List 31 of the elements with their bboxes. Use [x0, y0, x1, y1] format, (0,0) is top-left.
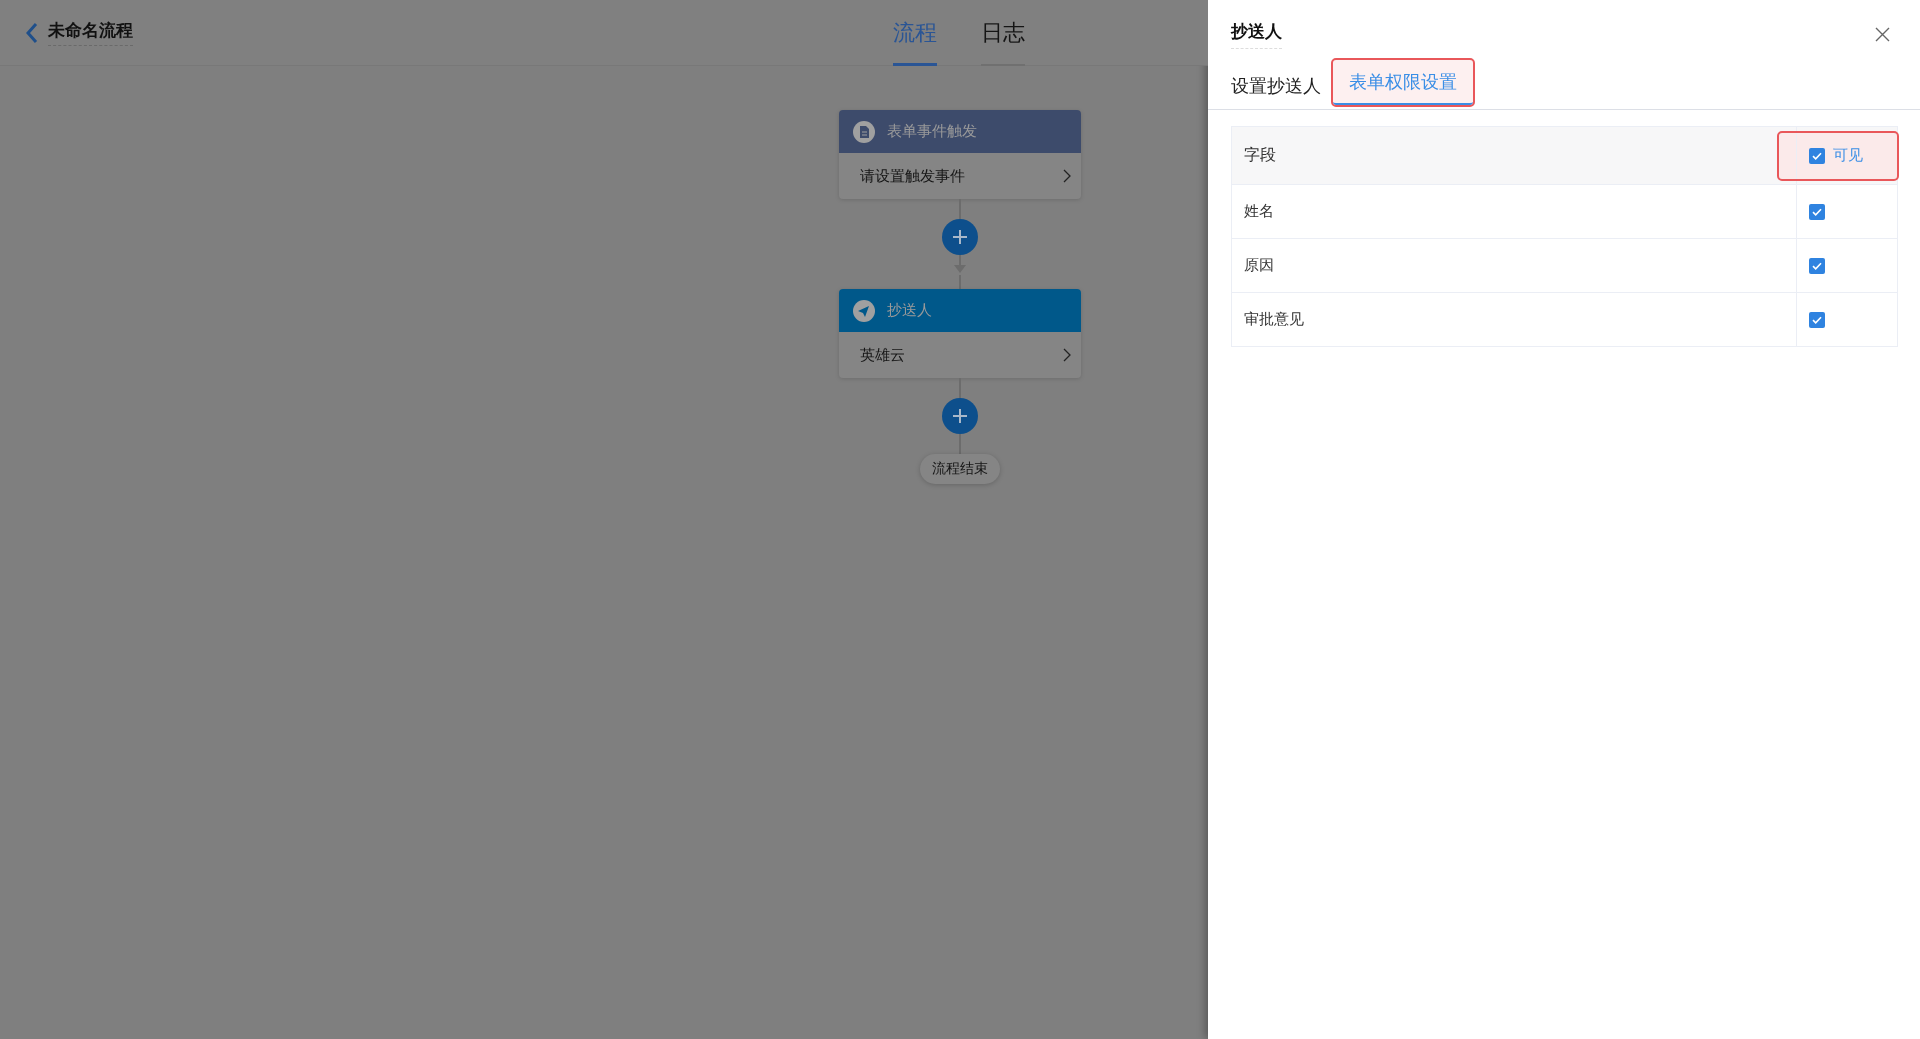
checkbox[interactable]: [1809, 147, 1825, 164]
plus-icon: [952, 408, 968, 424]
node-title: 抄送人: [887, 301, 932, 320]
back-icon[interactable]: [26, 21, 38, 44]
chevron-right-icon[interactable]: [1063, 348, 1071, 362]
flow-title: 未命名流程: [48, 19, 133, 46]
drawer-tab[interactable]: 设置抄送人: [1231, 63, 1321, 109]
add-node-button[interactable]: [942, 398, 978, 434]
add-node-button[interactable]: [942, 219, 978, 255]
flow-node[interactable]: 表单事件触发 请设置触发事件: [839, 110, 1081, 199]
column-header: 字段: [1231, 126, 1797, 185]
flow-node[interactable]: 抄送人 英雄云: [839, 289, 1081, 378]
drawer-title: 抄送人: [1231, 20, 1282, 49]
view-tab[interactable]: 日志: [981, 0, 1025, 66]
node-content: 请设置触发事件: [860, 166, 965, 186]
checkbox[interactable]: [1809, 311, 1825, 328]
table-cell: 审批意见: [1231, 292, 1797, 347]
table-cell: 姓名: [1231, 184, 1797, 239]
paper-plane-icon: [853, 299, 875, 322]
node-content: 英雄云: [860, 345, 905, 365]
close-icon[interactable]: [1875, 27, 1890, 42]
table-cell: 原因: [1231, 238, 1797, 293]
flow-end-node: 流程结束: [920, 454, 1000, 484]
chevron-right-icon[interactable]: [1063, 169, 1071, 183]
node-title: 表单事件触发: [887, 122, 977, 141]
checkbox[interactable]: [1809, 257, 1825, 274]
checkbox[interactable]: [1809, 203, 1825, 220]
column-header: 可见: [1833, 146, 1863, 165]
drawer-tab[interactable]: 表单权限设置: [1333, 60, 1473, 105]
document-icon: [853, 120, 875, 143]
plus-icon: [952, 229, 968, 245]
